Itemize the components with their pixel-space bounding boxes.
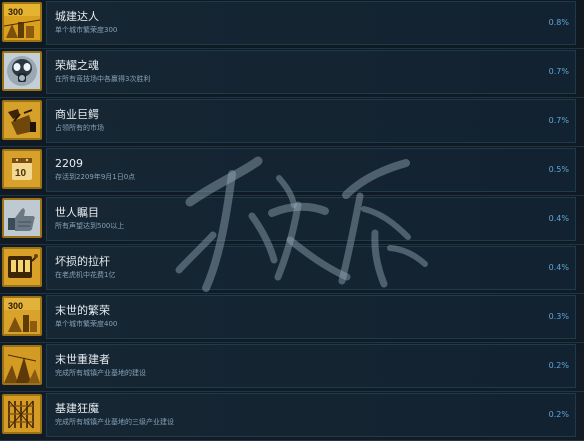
achievement-row-business-tycoon: 商业巨鳄 占领所有的市场 0.7%	[0, 98, 584, 147]
achievement-title: 末世的繁荣	[55, 304, 110, 317]
unlock-percentage: 0.8%	[548, 18, 569, 27]
achievement-description: 完成所有城镇产业基地的建设	[55, 369, 146, 377]
achievement-description: 在老虎机中花费1亿	[55, 271, 116, 279]
unlock-percentage: 0.7%	[548, 67, 569, 76]
achievement-title: 坏损的拉杆	[55, 255, 110, 268]
achievement-row-2209: 10 2209 存活到2209年9月1日0点 0.5%	[0, 147, 584, 196]
achievement-list: 300 城建达人 单个城市繁荣度300 0.8% 荣耀之魂 在所有竞技场中各赢得…	[0, 0, 584, 441]
svg-text:300: 300	[8, 7, 23, 17]
achievement-description: 所有声望达到500以上	[55, 222, 125, 230]
industry-base-icon	[2, 345, 42, 385]
achievement-row-glory-soul: 荣耀之魂 在所有竞技场中各赢得3次胜利 0.7%	[0, 49, 584, 98]
achievement-panel: 末世的繁荣 单个城市繁荣度400 0.3%	[46, 295, 576, 339]
achievement-panel: 末世重建者 完成所有城镇产业基地的建设 0.2%	[46, 344, 576, 388]
slot-machine-icon	[2, 247, 42, 287]
achievement-panel: 荣耀之魂 在所有竞技场中各赢得3次胜利 0.7%	[46, 50, 576, 94]
city-300-icon: 300	[2, 2, 42, 42]
achievement-row-broken-lever: 坏损的拉杆 在老虎机中花费1亿 0.4%	[0, 245, 584, 294]
achievement-title: 城建达人	[55, 10, 99, 23]
achievement-description: 完成所有城镇产业基地的三级产业建设	[55, 418, 174, 426]
tycoon-icon	[2, 100, 42, 140]
achievement-panel: 城建达人 单个城市繁荣度300 0.8%	[46, 1, 576, 45]
achievement-title: 2209	[55, 157, 83, 170]
unlock-percentage: 0.5%	[548, 165, 569, 174]
achievement-panel: 商业巨鳄 占领所有的市场 0.7%	[46, 99, 576, 143]
achievement-title: 商业巨鳄	[55, 108, 99, 121]
calendar-icon: 10	[2, 149, 42, 189]
thumbs-up-icon	[2, 198, 42, 238]
gas-mask-icon	[2, 51, 42, 91]
achievement-description: 单个城市繁荣度300	[55, 26, 118, 34]
achievement-panel: 基建狂魔 完成所有城镇产业基地的三级产业建设 0.2%	[46, 393, 576, 437]
unlock-percentage: 0.4%	[548, 263, 569, 272]
achievement-row-city-300: 300 城建达人 单个城市繁荣度300 0.8%	[0, 0, 584, 49]
achievement-description: 单个城市繁荣度400	[55, 320, 118, 328]
unlock-percentage: 0.3%	[548, 312, 569, 321]
achievement-description: 占领所有的市场	[55, 124, 104, 132]
svg-text:10: 10	[15, 168, 27, 179]
achievement-title: 末世重建者	[55, 353, 110, 366]
achievement-row-infrastructure-maniac: 基建狂魔 完成所有城镇产业基地的三级产业建设 0.2%	[0, 392, 584, 441]
unlock-percentage: 0.2%	[548, 361, 569, 370]
svg-text:300: 300	[8, 301, 23, 311]
achievement-title: 基建狂魔	[55, 402, 99, 415]
city-400-icon: 300	[2, 296, 42, 336]
unlock-percentage: 0.7%	[548, 116, 569, 125]
construction-icon	[2, 394, 42, 434]
achievement-list-screen: 300 城建达人 单个城市繁荣度300 0.8% 荣耀之魂 在所有竞技场中各赢得…	[0, 0, 584, 441]
achievement-title: 荣耀之魂	[55, 59, 99, 72]
achievement-title: 世人瞩目	[55, 206, 99, 219]
unlock-percentage: 0.4%	[548, 214, 569, 223]
achievement-row-doomsday-prosperity: 300 末世的繁荣 单个城市繁荣度400 0.3%	[0, 294, 584, 343]
achievement-panel: 坏损的拉杆 在老虎机中花费1亿 0.4%	[46, 246, 576, 290]
achievement-row-rebuilder: 末世重建者 完成所有城镇产业基地的建设 0.2%	[0, 343, 584, 392]
achievement-description: 存活到2209年9月1日0点	[55, 173, 136, 181]
unlock-percentage: 0.2%	[548, 410, 569, 419]
achievement-description: 在所有竞技场中各赢得3次胜利	[55, 75, 151, 83]
achievement-panel: 2209 存活到2209年9月1日0点 0.5%	[46, 148, 576, 192]
achievement-panel: 世人瞩目 所有声望达到500以上 0.4%	[46, 197, 576, 241]
achievement-row-public-attention: 世人瞩目 所有声望达到500以上 0.4%	[0, 196, 584, 245]
